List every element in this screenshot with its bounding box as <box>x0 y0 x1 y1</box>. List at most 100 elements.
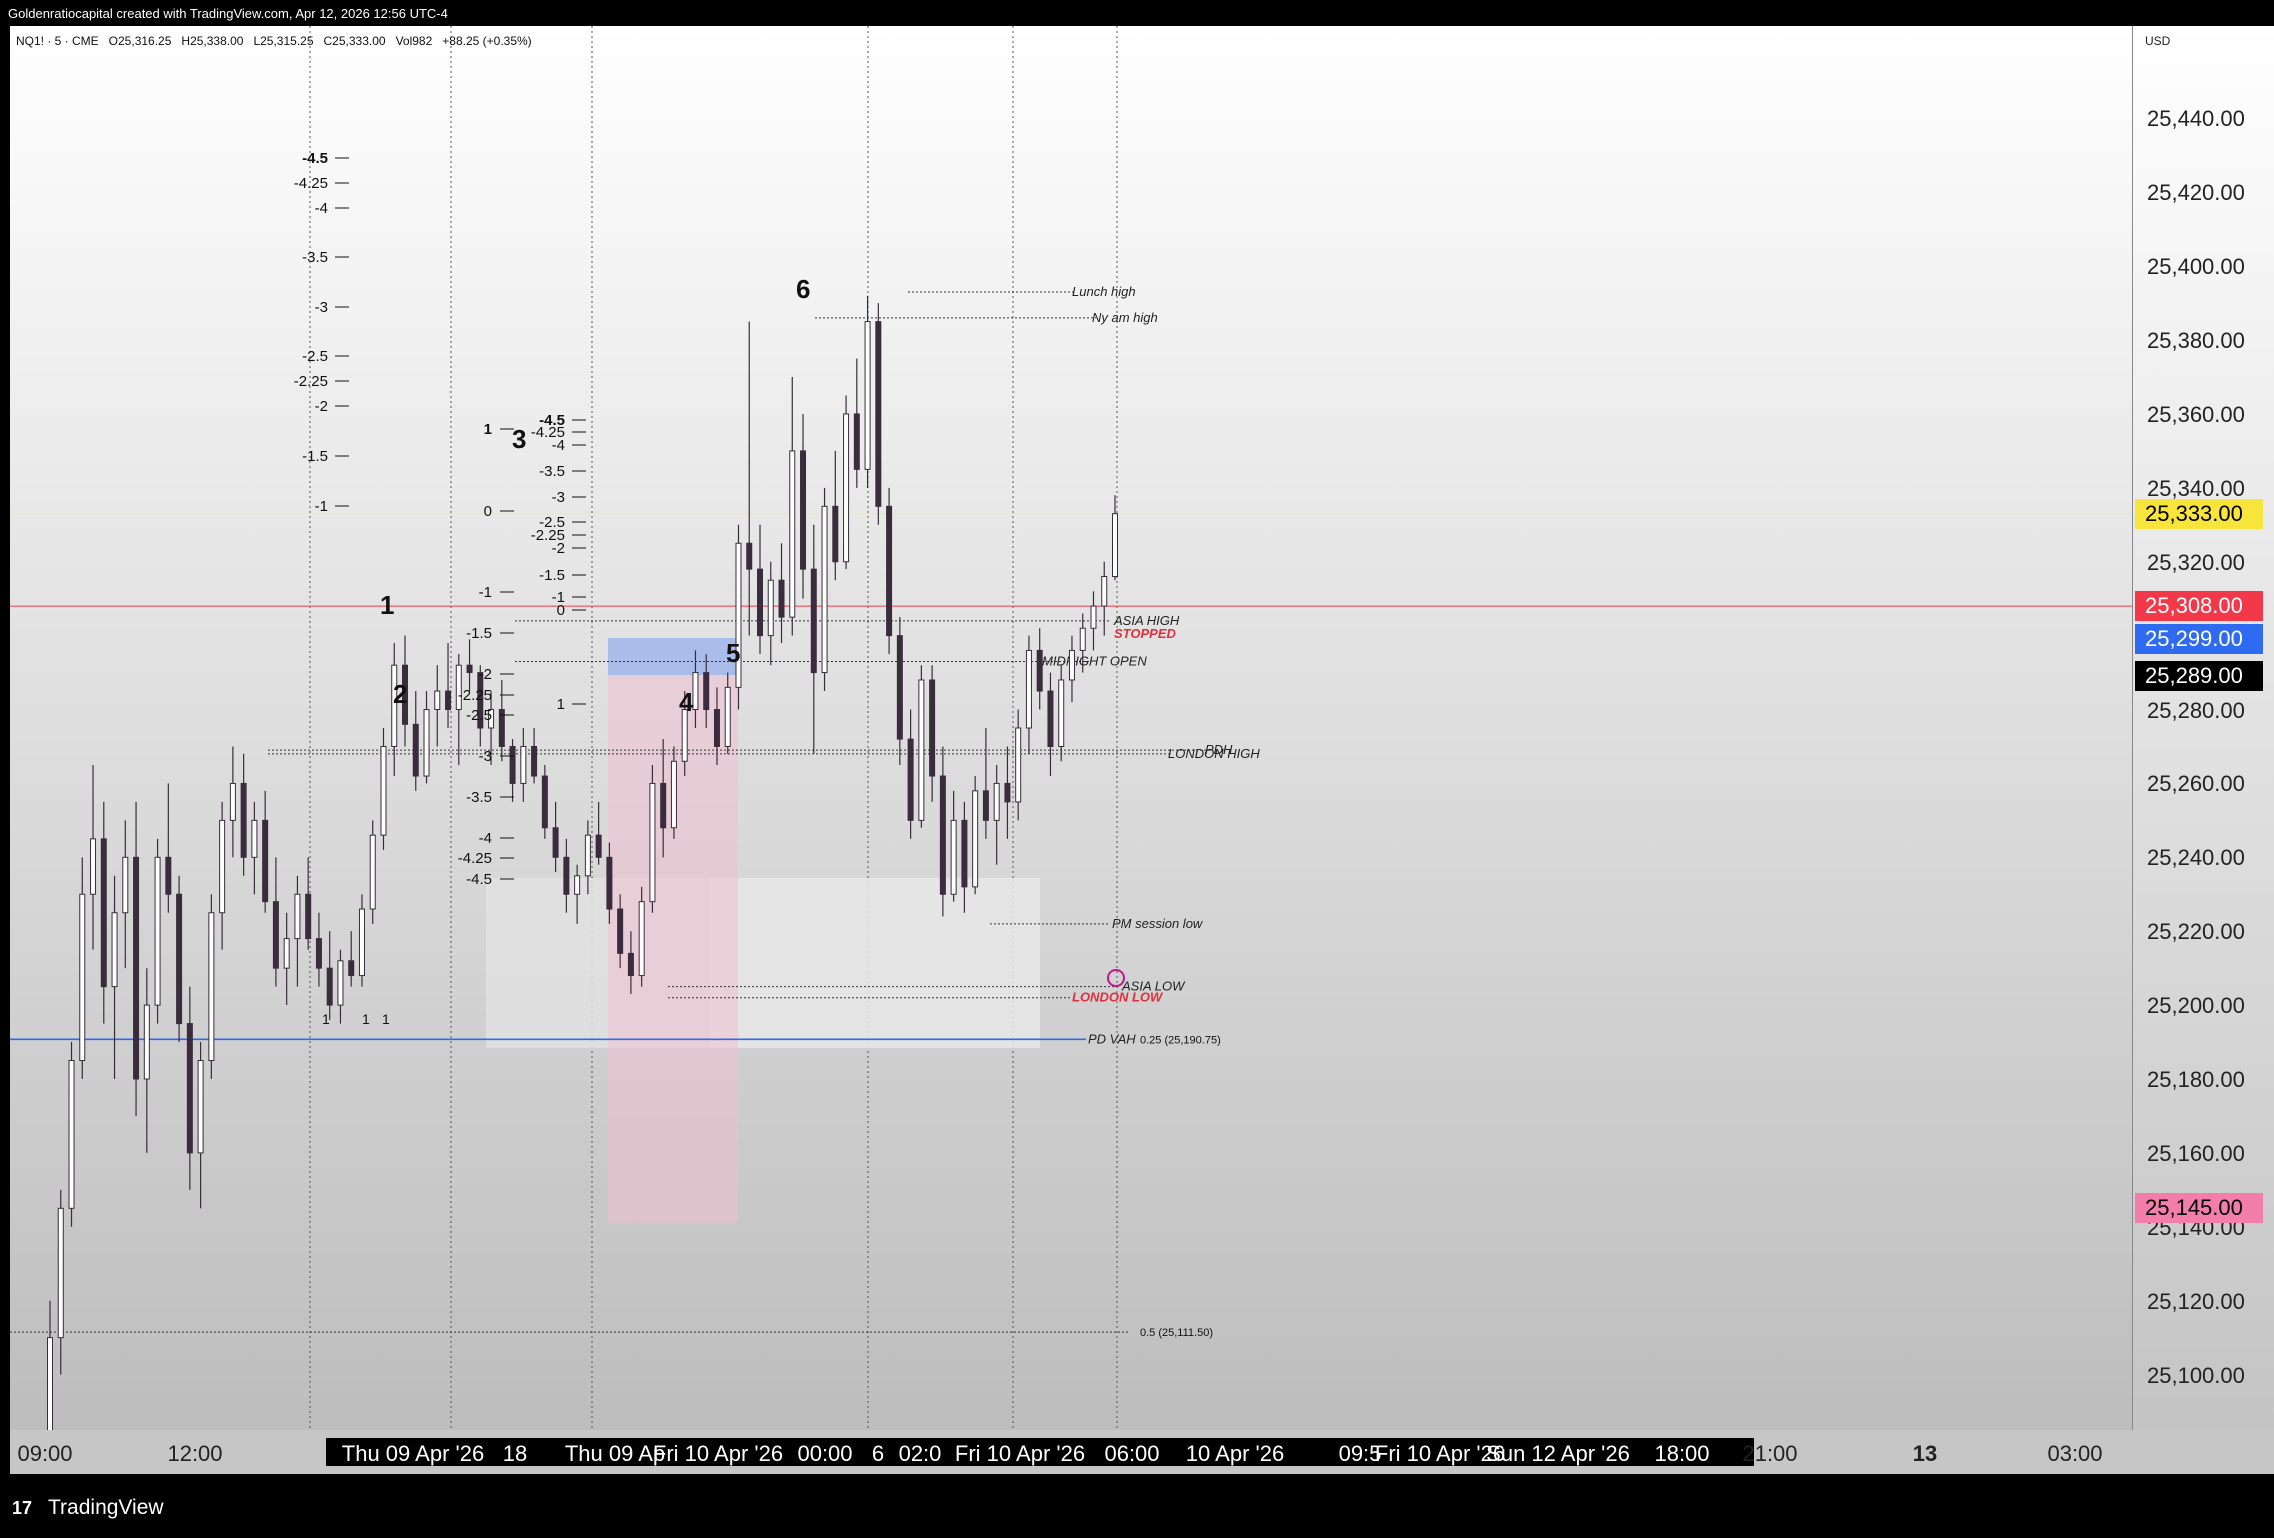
level-label: PD VAH <box>1088 1031 1136 1046</box>
price-tick: 25,260.00 <box>2147 771 2245 797</box>
fib-left-label: -4 <box>315 200 328 217</box>
price-tick: 25,440.00 <box>2147 106 2245 132</box>
candle <box>1036 628 1043 710</box>
price-tick: 25,380.00 <box>2147 328 2245 354</box>
candle-body <box>778 579 785 618</box>
candle-body <box>79 893 86 1062</box>
fib-left-label: -3 <box>315 299 328 316</box>
candle <box>541 764 548 839</box>
candle-body <box>466 664 473 674</box>
time-tick: Fri 10 Apr '26 <box>652 1441 784 1466</box>
time-tick: 6 <box>871 1441 885 1466</box>
candle-body <box>961 819 968 888</box>
candle-body <box>627 952 634 977</box>
candle <box>434 665 441 747</box>
candle <box>423 691 430 784</box>
candle-body <box>950 819 957 895</box>
candle-body <box>972 790 979 888</box>
candle-body <box>832 505 839 563</box>
candle <box>445 643 452 728</box>
candle-body <box>993 782 1000 821</box>
risk-zone <box>608 675 738 1223</box>
wave-label-4: 4 <box>679 687 694 717</box>
candle-body <box>380 745 387 836</box>
candle-body <box>746 542 753 570</box>
level-label: MIDNIGHT OPEN <box>1042 653 1147 668</box>
candle <box>1090 591 1097 651</box>
candle <box>552 801 559 873</box>
fib-mid-label: -4 <box>552 437 565 454</box>
range-zone <box>710 878 1040 1048</box>
candle <box>391 643 398 777</box>
price-tick: 25,280.00 <box>2147 697 2245 723</box>
time-axis[interactable]: 09:00 12:00 Thu 09 Apr '26 18 Thu 09 Ap Fri 1… <box>10 1430 2274 1474</box>
time-tick: 21:00 <box>1742 1441 1798 1466</box>
candle-body <box>939 775 946 895</box>
candle-body <box>240 782 247 858</box>
fib-pink-label: -3.5 <box>466 789 492 806</box>
candle-body <box>929 679 936 777</box>
candle <box>358 894 365 987</box>
time-tick: Thu 09 Ap <box>564 1441 666 1466</box>
candle <box>778 543 785 644</box>
attribution-text: Goldenratiocapital created with TradingV… <box>8 6 448 21</box>
time-tick: 00:00 <box>797 1441 853 1466</box>
fib-mid-label: -2 <box>552 540 565 557</box>
price-tick: 25,200.00 <box>2147 993 2245 1019</box>
candle-body <box>90 838 97 895</box>
candle <box>100 801 107 1024</box>
candle-body <box>176 893 183 1025</box>
wave-label-3: 3 <box>512 424 526 454</box>
candle-body <box>369 834 376 910</box>
candle-body <box>520 745 527 784</box>
brand-name: TradingView <box>48 1496 164 1519</box>
fib-pink-label: -4 <box>479 830 492 847</box>
candle-body <box>1079 627 1086 651</box>
candle-body <box>896 635 903 740</box>
level-label: LONDON LOW <box>1072 990 1164 1005</box>
candle <box>133 801 140 1116</box>
price-tick: 25,400.00 <box>2147 254 2245 280</box>
candle <box>240 753 247 876</box>
candle-body <box>821 505 828 674</box>
candle-body <box>563 856 570 895</box>
fib-pink-label: -1 <box>479 584 492 601</box>
candle <box>79 857 86 1079</box>
candle <box>283 912 290 1006</box>
fib-left-label: -4.5 <box>302 150 328 167</box>
chart-pane[interactable]: Lunch high Ny am high ASIA HIGH MIDNIGHT OP… <box>10 26 2132 1430</box>
candle <box>498 679 505 762</box>
currency-label: USD <box>2145 34 2171 48</box>
candle-body <box>1047 690 1054 747</box>
candle-body <box>907 738 914 821</box>
candle <box>186 986 193 1190</box>
candle <box>197 1042 204 1209</box>
candle-body <box>283 938 290 969</box>
price-tick: 25,180.00 <box>2147 1067 2245 1092</box>
candle-body <box>133 856 140 1080</box>
candle-body <box>1090 605 1097 629</box>
candle <box>595 801 602 865</box>
candle-body <box>305 893 312 940</box>
time-tick: 18 <box>502 1441 528 1466</box>
candle <box>326 931 333 1020</box>
time-tick: 12:00 <box>167 1441 223 1466</box>
candle-body <box>100 838 107 988</box>
candle-body <box>886 505 893 637</box>
fib-mid-label: 0 <box>557 602 565 619</box>
chart-canvas[interactable]: Lunch highNy am highASIA HIGHMIDNIGHT OP… <box>10 26 2132 1430</box>
level-label: LONDON HIGH <box>1168 746 1260 761</box>
fib-mid-label: -3.5 <box>539 463 565 480</box>
chart-window: Goldenratiocapital created with TradingV… <box>0 0 2274 1538</box>
candle-body <box>154 856 161 1006</box>
candle <box>886 487 893 655</box>
candle <box>369 820 376 924</box>
candle <box>757 524 763 655</box>
footer: 17 TradingView <box>0 1474 2274 1538</box>
candle-body <box>541 775 548 829</box>
candle <box>509 739 516 802</box>
price-tick: 25,320.00 <box>2147 549 2245 575</box>
candle-body <box>757 568 763 637</box>
price-axis[interactable]: USD 25,440.00 25,420.00 25,400.00 25,380.00… <box>2132 26 2274 1430</box>
price-badge: 25,145.00 <box>2135 1193 2263 1224</box>
